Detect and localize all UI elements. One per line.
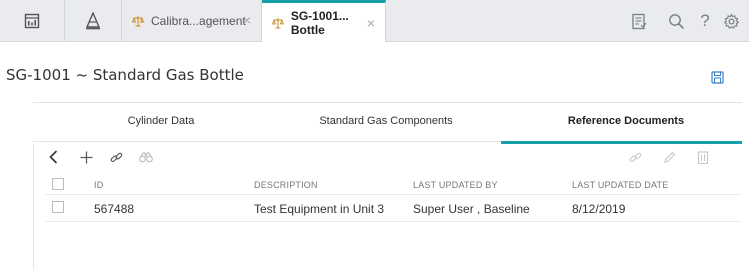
column-header-last-updated-date[interactable]: LAST UPDATED DATE — [572, 180, 668, 190]
cell-id: 567488 — [94, 202, 135, 216]
cell-last-updated-by: Super User , Baseline — [413, 202, 530, 216]
dashboard-icon — [24, 13, 40, 28]
find-button[interactable] — [138, 148, 154, 166]
row-divider — [45, 221, 742, 222]
tab-standard-gas-components[interactable]: Standard Gas Components — [316, 115, 456, 127]
tab-label: Calibra...agement — [151, 13, 246, 28]
tab-reference-documents[interactable]: Reference Documents — [560, 115, 692, 127]
report-icon — [632, 13, 647, 29]
column-header-last-updated-by[interactable]: LAST UPDATED BY — [413, 180, 498, 190]
back-button[interactable] — [46, 148, 60, 166]
settings-icon — [723, 12, 739, 29]
header-divider — [33, 102, 742, 103]
page-title: SG-1001 ~ Standard Gas Bottle — [6, 66, 244, 84]
save-button[interactable] — [711, 71, 724, 89]
help-icon: ? — [700, 11, 710, 30]
search-icon — [668, 13, 684, 29]
tab-calibration-management[interactable]: Calibra...agement × — [122, 0, 262, 41]
dashboard-tab[interactable] — [0, 0, 65, 41]
tab-sg-1001-bottle[interactable]: SG-1001... Bottle × — [262, 0, 386, 42]
assets-icon — [85, 11, 101, 29]
link-button[interactable] — [109, 148, 123, 166]
search-button[interactable] — [667, 12, 685, 30]
save-icon — [711, 71, 724, 84]
delete-button[interactable] — [696, 148, 710, 166]
report-button[interactable] — [630, 12, 648, 30]
panel-border — [33, 144, 34, 269]
unlink-button[interactable] — [628, 148, 642, 166]
edit-icon — [663, 151, 675, 163]
unlink-icon — [629, 152, 641, 162]
settings-button[interactable] — [722, 12, 740, 30]
tab-cylinder-data[interactable]: Cylinder Data — [113, 115, 209, 127]
edit-button[interactable] — [662, 148, 676, 166]
header-row-divider — [45, 194, 742, 195]
assets-tab[interactable] — [65, 0, 122, 41]
row-checkbox[interactable] — [52, 201, 64, 213]
column-header-description[interactable]: DESCRIPTION — [254, 180, 318, 190]
close-icon[interactable]: × — [243, 13, 251, 27]
scale-icon — [132, 15, 144, 26]
scale-icon — [272, 17, 284, 28]
help-button[interactable]: ? — [696, 12, 714, 30]
column-header-id[interactable]: ID — [94, 180, 103, 190]
link-icon — [110, 152, 122, 162]
add-button[interactable] — [79, 148, 93, 166]
back-icon — [48, 150, 57, 164]
top-tab-bar: Calibra...agement × SG-1001... Bottle × … — [0, 0, 749, 42]
add-icon — [80, 151, 92, 163]
select-all-checkbox[interactable] — [52, 178, 64, 190]
delete-icon — [697, 150, 709, 164]
cell-description: Test Equipment in Unit 3 — [254, 202, 385, 216]
active-tab-indicator — [501, 141, 742, 144]
binoculars-icon — [139, 152, 153, 162]
close-icon[interactable]: × — [367, 16, 375, 30]
cell-last-updated-date: 8/12/2019 — [572, 202, 626, 216]
